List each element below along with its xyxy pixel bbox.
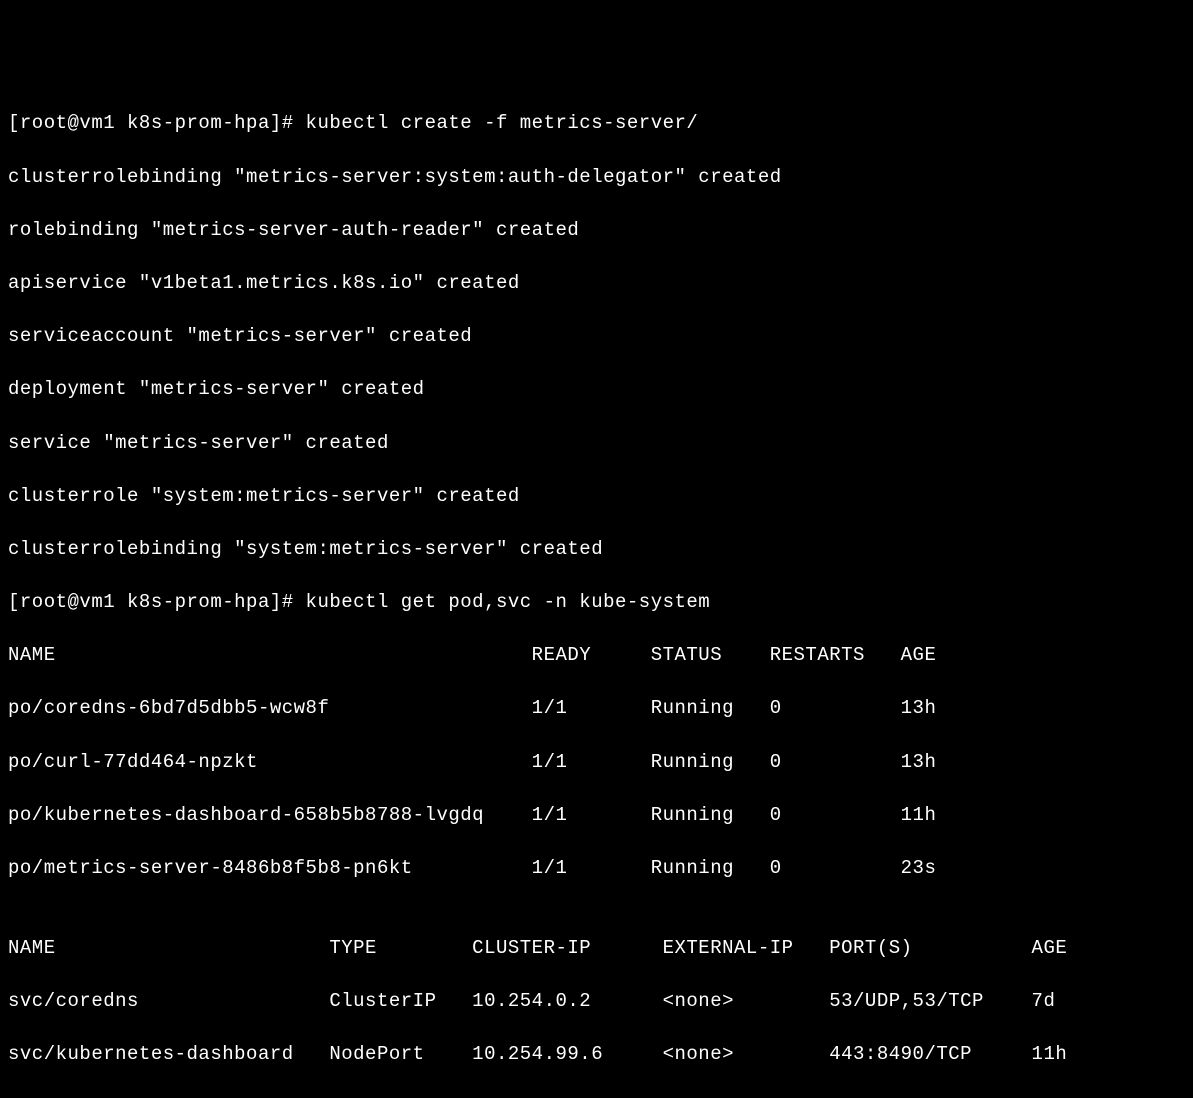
terminal-line: svc/coredns ClusterIP 10.254.0.2 <none> … <box>8 988 1185 1015</box>
terminal-line: po/curl-77dd464-npzkt 1/1 Running 0 13h <box>8 749 1185 776</box>
terminal-line: deployment "metrics-server" created <box>8 376 1185 403</box>
terminal-line: serviceaccount "metrics-server" created <box>8 323 1185 350</box>
terminal-line: po/coredns-6bd7d5dbb5-wcw8f 1/1 Running … <box>8 695 1185 722</box>
terminal-line: service "metrics-server" created <box>8 430 1185 457</box>
terminal-line: rolebinding "metrics-server-auth-reader"… <box>8 217 1185 244</box>
terminal-line: po/metrics-server-8486b8f5b8-pn6kt 1/1 R… <box>8 855 1185 882</box>
terminal-line: svc/kubernetes-dashboard NodePort 10.254… <box>8 1041 1185 1068</box>
terminal-line: NAME TYPE CLUSTER-IP EXTERNAL-IP PORT(S)… <box>8 935 1185 962</box>
terminal-line: po/kubernetes-dashboard-658b5b8788-lvgdq… <box>8 802 1185 829</box>
terminal-line: svc/metrics-server NodePort 10.254.66.20… <box>8 1094 1185 1098</box>
terminal-line: [root@vm1 k8s-prom-hpa]# kubectl create … <box>8 110 1185 137</box>
terminal-line: [root@vm1 k8s-prom-hpa]# kubectl get pod… <box>8 589 1185 616</box>
terminal-line: clusterrolebinding "metrics-server:syste… <box>8 164 1185 191</box>
terminal-line: clusterrole "system:metrics-server" crea… <box>8 483 1185 510</box>
terminal-line: apiservice "v1beta1.metrics.k8s.io" crea… <box>8 270 1185 297</box>
terminal-line: NAME READY STATUS RESTARTS AGE <box>8 642 1185 669</box>
terminal-line: clusterrolebinding "system:metrics-serve… <box>8 536 1185 563</box>
